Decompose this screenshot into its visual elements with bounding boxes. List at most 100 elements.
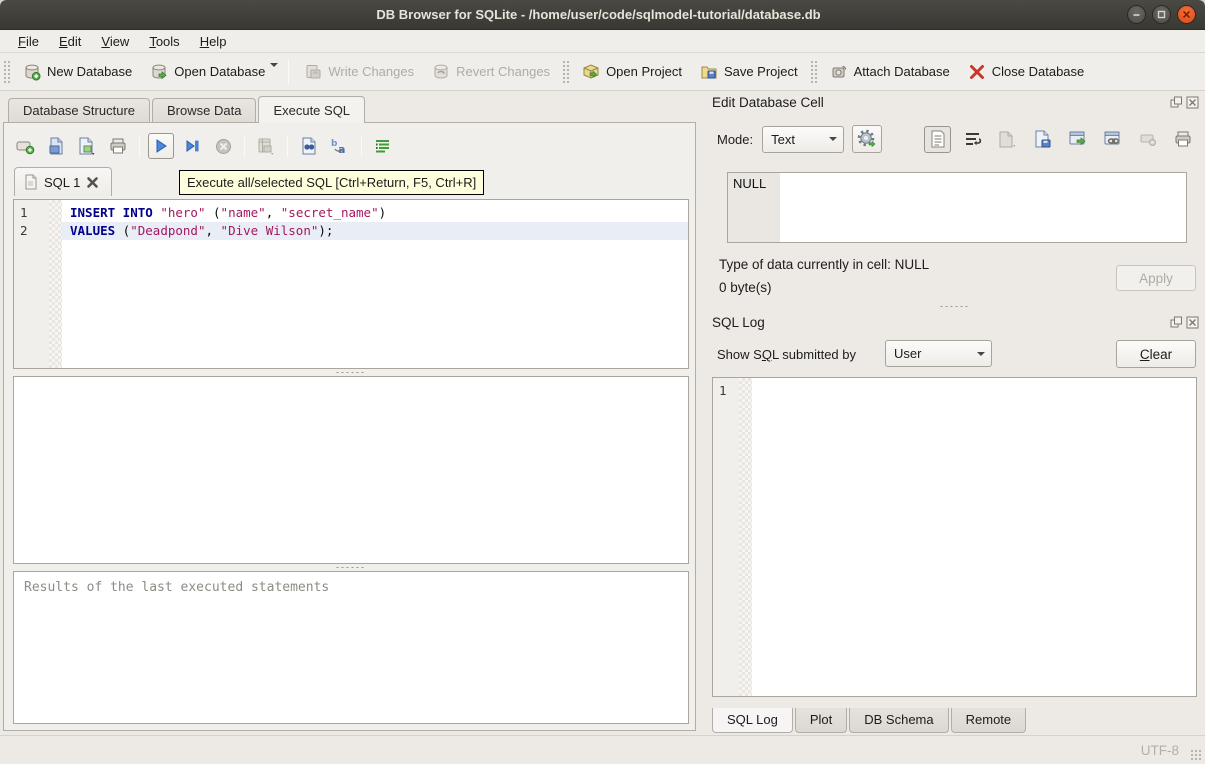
maximize-icon[interactable] xyxy=(1152,5,1171,24)
set-null-icon xyxy=(1134,126,1161,153)
close-sql-tab-icon[interactable] xyxy=(86,176,99,189)
toolbar-drag-handle[interactable] xyxy=(810,60,817,84)
execute-all-icon[interactable] xyxy=(148,133,174,159)
menu-tools[interactable]: Tools xyxy=(139,32,189,51)
float-dock-icon[interactable] xyxy=(1170,96,1183,109)
log-filter-select[interactable]: User xyxy=(885,340,992,367)
tab-database-structure[interactable]: Database Structure xyxy=(8,98,150,123)
close-database-icon xyxy=(968,63,986,81)
edit-cell-mode-row: Mode: Text xyxy=(717,124,1196,154)
cell-editor-gutter: NULL xyxy=(728,173,780,242)
chevron-down-icon xyxy=(977,352,985,356)
sql-editor-fold-margin xyxy=(49,200,62,368)
close-dock-icon[interactable] xyxy=(1186,96,1199,109)
minimize-icon[interactable] xyxy=(1127,5,1146,24)
write-changes-button: Write Changes xyxy=(295,57,423,87)
close-icon[interactable] xyxy=(1177,5,1196,24)
save-results-icon xyxy=(253,133,279,159)
editor-line[interactable]: INSERT INTO "hero" ("name", "secret_name… xyxy=(62,204,688,222)
titlebar[interactable]: DB Browser for SQLite - /home/user/code/… xyxy=(0,0,1205,30)
open-database-dropdown-icon[interactable] xyxy=(270,63,278,67)
sql-editor-gutter: 12 xyxy=(14,200,49,368)
find-icon[interactable] xyxy=(296,133,322,159)
tab-db-schema[interactable]: DB Schema xyxy=(849,708,948,733)
toolbar-drag-handle[interactable] xyxy=(3,60,10,84)
menu-edit[interactable]: Edit xyxy=(49,32,91,51)
toolbar-drag-handle[interactable] xyxy=(562,60,569,84)
set-link-icon[interactable] xyxy=(1099,126,1126,153)
app-window: DB Browser for SQLite - /home/user/code/… xyxy=(0,0,1205,764)
left-pane: Database Structure Browse Data Execute S… xyxy=(0,91,703,735)
replace-icon[interactable]: ba xyxy=(327,133,353,159)
encoding-indicator[interactable]: UTF-8 xyxy=(1141,743,1179,758)
close-dock-icon[interactable] xyxy=(1186,316,1199,329)
stop-icon xyxy=(210,133,236,159)
tab-execute-sql[interactable]: Execute SQL xyxy=(258,96,365,123)
clear-log-button[interactable]: Clear xyxy=(1116,340,1196,368)
sql-log-dock-titlebar: SQL Log xyxy=(712,313,1199,331)
format-sql-icon[interactable] xyxy=(370,133,396,159)
log-filter-label: Show SQL submitted by xyxy=(717,347,856,362)
execute-line-icon[interactable] xyxy=(179,133,205,159)
sql-toolbar-separator xyxy=(361,135,362,157)
resize-grip[interactable] xyxy=(1190,749,1202,761)
float-dock-icon[interactable] xyxy=(1170,316,1183,329)
open-project-icon xyxy=(582,63,600,81)
sql-log-lines[interactable] xyxy=(752,378,1196,696)
tab-sql-log[interactable]: SQL Log xyxy=(712,708,793,733)
statusbar: UTF-8 xyxy=(0,735,1205,764)
cell-type-info: Type of data currently in cell: NULL xyxy=(719,257,929,272)
apply-button: Apply xyxy=(1116,265,1196,291)
attach-database-button[interactable]: Attach Database xyxy=(821,57,959,87)
cell-editor[interactable]: NULL xyxy=(727,172,1187,243)
open-project-button[interactable]: Open Project xyxy=(573,57,691,87)
import-data-icon xyxy=(994,126,1021,153)
edit-cell-dock-titlebar: Edit Database Cell xyxy=(712,93,1199,111)
mode-select[interactable]: Text xyxy=(762,126,844,153)
main-tab-bar: Database Structure Browse Data Execute S… xyxy=(8,96,367,123)
new-tab-icon[interactable] xyxy=(12,133,38,159)
right-pane: Edit Database Cell Mode: Text xyxy=(703,91,1205,735)
new-database-button[interactable]: New Database xyxy=(14,57,141,87)
text-mode-icon[interactable] xyxy=(924,126,951,153)
save-project-button[interactable]: Save Project xyxy=(691,57,807,87)
tab-remote[interactable]: Remote xyxy=(951,708,1027,733)
splitter-docks[interactable] xyxy=(703,303,1205,309)
close-database-button[interactable]: Close Database xyxy=(959,57,1094,87)
editor-line[interactable]: VALUES ("Deadpond", "Dive Wilson"); xyxy=(62,222,688,240)
results-message-pane[interactable]: Results of the last executed statements xyxy=(13,571,689,724)
sql-toolbar: ba xyxy=(12,128,396,164)
sql-log-gutter: 1 xyxy=(713,378,739,696)
sql-toolbar-separator xyxy=(139,135,140,157)
menu-view[interactable]: View xyxy=(91,32,139,51)
edit-cell-title: Edit Database Cell xyxy=(712,95,1170,110)
word-wrap-icon[interactable] xyxy=(959,126,986,153)
dock-tab-bar: SQL Log Plot DB Schema Remote xyxy=(712,708,1028,733)
cell-editor-text-area[interactable] xyxy=(780,173,1186,242)
open-database-button[interactable]: Open Database xyxy=(141,57,274,87)
tab-plot[interactable]: Plot xyxy=(795,708,847,733)
toolbar-separator xyxy=(288,60,289,84)
save-sql-file-icon[interactable] xyxy=(74,133,100,159)
print-sql-icon[interactable] xyxy=(105,133,131,159)
sql-file-icon xyxy=(23,174,38,190)
menu-file[interactable]: File xyxy=(8,32,49,51)
auto-switch-mode-button[interactable] xyxy=(852,125,882,153)
print-cell-icon[interactable] xyxy=(1169,126,1196,153)
menu-help[interactable]: Help xyxy=(190,32,237,51)
revert-changes-button: Revert Changes xyxy=(423,57,559,87)
sql-editor-lines[interactable]: INSERT INTO "hero" ("name", "secret_name… xyxy=(62,200,688,368)
results-grid-pane[interactable] xyxy=(13,376,689,564)
sql-document-tab[interactable]: SQL 1 xyxy=(14,167,112,196)
open-sql-file-icon[interactable] xyxy=(43,133,69,159)
new-database-icon xyxy=(23,63,41,81)
splitter-editor-results[interactable] xyxy=(4,369,695,375)
export-data-icon[interactable] xyxy=(1029,126,1056,153)
open-external-icon[interactable] xyxy=(1064,126,1091,153)
gear-icon xyxy=(857,129,877,149)
sql-log-view[interactable]: 1 xyxy=(712,377,1197,697)
tab-browse-data[interactable]: Browse Data xyxy=(152,98,256,123)
sql-editor[interactable]: 12 INSERT INTO "hero" ("name", "secret_n… xyxy=(13,199,689,369)
window-title: DB Browser for SQLite - /home/user/code/… xyxy=(0,7,1127,22)
splitter-results-messages[interactable] xyxy=(4,564,695,570)
